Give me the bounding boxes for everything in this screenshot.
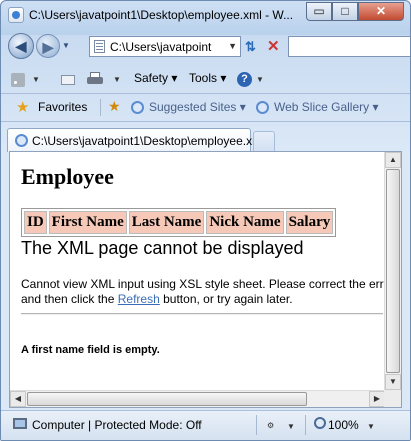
- scroll-down-icon[interactable]: ▼: [385, 374, 401, 390]
- zoom-level[interactable]: 100%: [328, 418, 359, 432]
- forward-button[interactable]: ▶: [36, 34, 60, 58]
- ie-tab-icon: [15, 134, 28, 147]
- ie-site-icon: [131, 101, 144, 114]
- tab-label: C:\Users\javatpoint1\Desktop\employee.xm…: [32, 134, 265, 148]
- web-slice-gallery-label: Web Slice Gallery: [274, 100, 370, 114]
- favorites-button[interactable]: Favorites: [38, 100, 87, 114]
- page-icon: [94, 40, 105, 53]
- close-button[interactable]: ✕: [358, 2, 404, 21]
- suggested-sites-link[interactable]: Suggested Sites ▾: [149, 100, 246, 114]
- web-slice-icon: [256, 101, 269, 114]
- suggested-sites-label: Suggested Sites: [149, 100, 237, 114]
- print-icon[interactable]: [87, 72, 103, 86]
- favorites-bar: ★ Favorites ★ Suggested Sites ▾ Web Slic…: [1, 93, 410, 121]
- favorites-star-icon[interactable]: ★: [16, 98, 29, 116]
- command-bar: ▼ ▼ Safety ▾ Tools ▾ ? ▼: [1, 67, 410, 93]
- table-header-cell: First Name: [48, 211, 127, 234]
- feeds-dropdown-icon[interactable]: ▼: [32, 75, 40, 84]
- web-slice-gallery-link[interactable]: Web Slice Gallery ▾: [274, 100, 379, 114]
- status-bar: Computer | Protected Mode: Off ⚙ ▼ 100% …: [1, 410, 410, 440]
- feeds-icon[interactable]: [11, 73, 25, 87]
- error-line-2: and then click the Refresh button, or tr…: [21, 292, 381, 307]
- table-header-cell: Salary: [285, 211, 334, 234]
- divider: [21, 313, 383, 315]
- address-text[interactable]: C:\Users\javatpoint: [110, 40, 224, 54]
- mail-icon[interactable]: [61, 75, 75, 85]
- ie-app-icon[interactable]: [8, 7, 24, 23]
- address-bar[interactable]: C:\Users\javatpoint ▼: [89, 36, 241, 57]
- error-line-1: Cannot view XML input using XSL style sh…: [21, 277, 385, 291]
- minimize-button[interactable]: ▭: [306, 2, 332, 21]
- page-content: Employee ID First Name Last Name Nick Na…: [10, 152, 385, 390]
- vertical-scroll-thumb[interactable]: [386, 169, 400, 373]
- scroll-up-icon[interactable]: ▲: [385, 152, 401, 168]
- scroll-left-icon[interactable]: ◀: [10, 391, 26, 407]
- security-settings-icon[interactable]: ⚙: [267, 421, 274, 430]
- error-message: Cannot view XML input using XSL style sh…: [21, 277, 385, 307]
- employee-table: ID First Name Last Name Nick Name Salary: [21, 208, 337, 237]
- error-line-2-start: and then click the: [21, 292, 115, 306]
- tools-menu[interactable]: Tools ▾: [189, 71, 226, 85]
- scrollbar-corner: [384, 390, 401, 407]
- table-header-row: ID First Name Last Name Nick Name Salary: [24, 211, 334, 234]
- new-tab-button[interactable]: [253, 131, 275, 152]
- divider: [100, 99, 101, 116]
- error-title: The XML page cannot be displayed: [21, 238, 304, 258]
- table-header-cell: Nick Name: [206, 211, 284, 234]
- tab-bar: C:\Users\javatpoint1\Desktop\employee.xm…: [1, 121, 410, 152]
- table-header-cell: Last Name: [128, 211, 205, 234]
- recent-pages-dropdown[interactable]: ▼: [62, 41, 70, 50]
- safety-menu[interactable]: Safety ▾: [134, 71, 177, 85]
- refresh-icon[interactable]: ⇅: [245, 39, 256, 55]
- error-line-2-end: button, or try again later.: [163, 292, 293, 306]
- zoom-dropdown-icon[interactable]: ▼: [367, 422, 375, 431]
- page-heading: Employee: [21, 164, 114, 189]
- zoom-icon[interactable]: [314, 417, 326, 429]
- tools-label: Tools: [189, 71, 218, 85]
- help-icon[interactable]: ?: [237, 72, 252, 87]
- horizontal-scroll-thumb[interactable]: [27, 392, 307, 406]
- scroll-right-icon[interactable]: ▶: [369, 391, 385, 407]
- error-detail: A first name field is empty.: [21, 344, 160, 356]
- page-viewport: Employee ID First Name Last Name Nick Na…: [9, 151, 402, 408]
- print-dropdown-icon[interactable]: ▼: [113, 75, 121, 84]
- stop-icon[interactable]: ✕: [267, 37, 280, 55]
- back-button[interactable]: ◀: [8, 33, 34, 59]
- help-dropdown-icon[interactable]: ▼: [256, 75, 264, 84]
- navigation-bar: ◀ ▶ ▼ C:\Users\javatpoint ▼ ⇅ ✕: [1, 31, 410, 65]
- divider: [256, 415, 257, 435]
- browser-window: C:\Users\javatpoint1\Desktop\employee.xm…: [0, 0, 411, 441]
- security-zone-status[interactable]: Computer | Protected Mode: Off: [32, 418, 202, 432]
- add-favorite-icon[interactable]: ★: [108, 98, 121, 115]
- divider: [305, 415, 306, 435]
- refresh-link[interactable]: Refresh: [118, 292, 160, 306]
- maximize-button[interactable]: □: [332, 2, 358, 21]
- title-bar[interactable]: C:\Users\javatpoint1\Desktop\employee.xm…: [1, 1, 410, 29]
- safety-label: Safety: [134, 71, 169, 85]
- tab-employee-xml[interactable]: C:\Users\javatpoint1\Desktop\employee.xm…: [7, 128, 265, 152]
- table-header-cell: ID: [24, 211, 47, 234]
- settings-dropdown-icon[interactable]: ▼: [287, 422, 295, 431]
- address-dropdown-icon[interactable]: ▼: [228, 41, 237, 51]
- horizontal-scrollbar[interactable]: ◀ ▶: [10, 390, 385, 407]
- computer-icon: [13, 418, 27, 429]
- window-title: C:\Users\javatpoint1\Desktop\employee.xm…: [29, 8, 294, 22]
- vertical-scrollbar[interactable]: ▲ ▼: [384, 152, 401, 390]
- search-input[interactable]: [288, 36, 410, 57]
